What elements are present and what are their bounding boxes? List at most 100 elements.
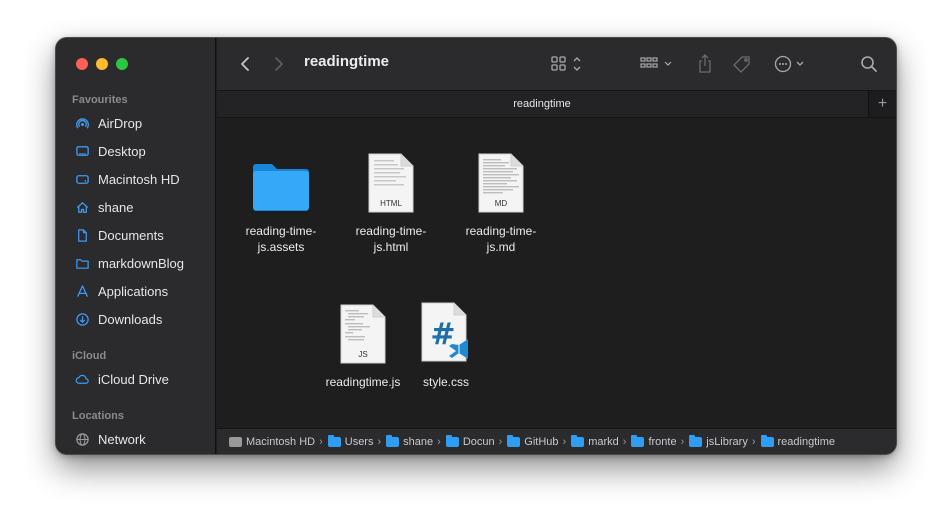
view-icons-button[interactable] [550, 52, 586, 76]
tab-bar: readingtime + [217, 90, 896, 118]
home-icon [74, 199, 90, 215]
disk-icon [229, 436, 242, 447]
minimize-button[interactable] [96, 58, 108, 70]
back-button[interactable] [235, 52, 255, 76]
sidebar-item-label: AirDrop [98, 115, 143, 131]
file-browser: reading-time-js.assets HTML reading-time… [217, 119, 896, 426]
window-title: readingtime [304, 53, 390, 70]
airdrop-icon [74, 115, 90, 131]
sidebar-item-macintosh-hd[interactable]: Macintosh HD [64, 167, 208, 191]
tab-readingtime[interactable]: readingtime [217, 98, 867, 110]
folder-icon [327, 434, 341, 447]
window-controls [76, 58, 128, 70]
path-item-users[interactable]: Users [327, 434, 373, 448]
forward-button[interactable] [269, 52, 289, 76]
sidebar-item-desktop[interactable]: Desktop [64, 139, 208, 163]
downloads-icon [74, 311, 90, 327]
chevron-left-icon [241, 57, 249, 71]
desktop-icon [74, 143, 90, 159]
folder-icon [631, 434, 645, 447]
group-icon [640, 57, 672, 68]
svg-text:JS: JS [358, 350, 367, 359]
file-item[interactable]: # style.css [391, 298, 501, 390]
share-button[interactable] [695, 52, 715, 76]
sidebar-item-label: Documents [98, 227, 164, 243]
search-button[interactable] [859, 52, 879, 76]
file-name: reading-time-js.assets [245, 224, 317, 254]
grid-view-icon [551, 56, 581, 71]
sidebar-item-label: Macintosh HD [98, 171, 180, 187]
chevron-right-icon: › [622, 435, 627, 448]
sidebar-item-downloads[interactable]: Downloads [64, 307, 208, 331]
sidebar-item-documents[interactable]: Documents [64, 223, 208, 247]
share-icon [699, 54, 711, 73]
document-icon [74, 227, 90, 243]
chevron-right-icon: › [437, 435, 441, 448]
sidebar-item-label: Desktop [98, 143, 146, 159]
chevron-right-icon: › [377, 435, 382, 448]
sidebar-item-shane[interactable]: shane [64, 195, 208, 219]
path-item-frontend[interactable]: fronte [631, 434, 677, 448]
sidebar-item-markdownblog[interactable]: markdownBlog [64, 251, 208, 275]
svg-text:MD: MD [495, 199, 508, 208]
group-button[interactable] [639, 52, 677, 76]
file-item[interactable]: reading-time-js.assets [226, 147, 336, 255]
sidebar-item-label: markdownBlog [98, 255, 184, 271]
sidebar-item-label: Applications [98, 283, 169, 299]
chevron-right-icon: › [751, 435, 756, 448]
sidebar-item-icloud-drive[interactable]: iCloud Drive [64, 367, 208, 391]
toolbar: readingtime [217, 38, 896, 90]
markdown-document-icon: MD [446, 147, 556, 213]
file-name: style.css [422, 375, 469, 389]
path-item-shane[interactable]: shane [386, 434, 433, 448]
sidebar-section-locations: Locations [72, 410, 124, 422]
tag-icon [733, 56, 750, 73]
file-name: reading-time-js.md [465, 224, 537, 254]
sidebar-section-icloud: iCloud [72, 350, 107, 362]
search-icon [861, 56, 877, 72]
folder-icon [760, 434, 774, 447]
zoom-button[interactable] [116, 58, 128, 70]
folder-icon [507, 434, 521, 447]
svg-text:HTML: HTML [380, 199, 402, 208]
sidebar-item-label: shane [98, 199, 134, 215]
sidebar-item-label: Network [98, 431, 146, 447]
file-name: reading-time-js.html [355, 224, 427, 254]
tags-button[interactable] [731, 52, 753, 76]
folder-icon [386, 434, 400, 447]
sidebar-item-applications[interactable]: Applications [64, 279, 208, 303]
html-document-icon: HTML [336, 147, 446, 213]
sidebar: Favourites AirDrop Desktop Macintosh HD … [56, 38, 216, 454]
folder-icon [689, 434, 703, 447]
sidebar-section-favourites: Favourites [72, 94, 128, 106]
new-tab-button[interactable]: + [868, 91, 896, 117]
chevron-right-icon: › [319, 435, 323, 448]
path-item-documents[interactable]: Docun [445, 434, 495, 448]
path-bar: Macintosh HD › Users › shane › Docun › GitHu… [217, 428, 896, 454]
sidebar-item-label: Downloads [98, 311, 163, 327]
path-item-jslibrary[interactable]: jsLibrary [689, 434, 748, 448]
sidebar-item-label: iCloud Drive [98, 371, 169, 387]
folder-icon [226, 147, 336, 213]
file-item[interactable]: HTML reading-time-js.html [336, 147, 446, 255]
folder-icon [445, 434, 459, 447]
path-item-markdown[interactable]: markd [571, 434, 619, 448]
sidebar-item-airdrop[interactable]: AirDrop [64, 111, 208, 135]
action-button[interactable] [773, 52, 809, 76]
chevron-right-icon: › [680, 435, 685, 448]
file-item[interactable]: MD reading-time-js.md [446, 147, 556, 255]
css-document-icon: # [391, 298, 501, 364]
disk-icon [74, 171, 90, 187]
chevron-right-icon: › [498, 435, 503, 448]
globe-icon [74, 431, 90, 447]
path-item-github[interactable]: GitHub [507, 434, 559, 448]
cloud-icon [74, 371, 90, 387]
path-item-macintosh-hd[interactable]: Macintosh HD [229, 436, 315, 448]
more-icon [774, 55, 804, 73]
applications-icon [74, 283, 90, 299]
close-button[interactable] [76, 58, 88, 70]
folder-icon [74, 255, 90, 271]
chevron-right-icon [275, 57, 283, 71]
path-item-readingtime[interactable]: readingtime [760, 434, 835, 448]
sidebar-item-network[interactable]: Network [64, 427, 208, 451]
